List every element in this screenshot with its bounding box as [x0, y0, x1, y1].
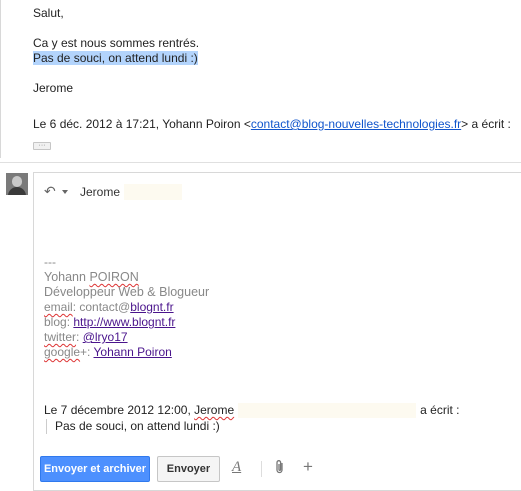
send-button[interactable]: Envoyer: [157, 456, 220, 482]
signature-name: Yohann POIRON: [44, 270, 139, 284]
signature-twitter: twitter: @lryo17: [44, 330, 128, 344]
selected-text: Pas de souci, on attend lundi :): [33, 51, 198, 65]
divider: [0, 162, 521, 163]
signature-google: google+: Yohann Poiron: [44, 345, 172, 359]
reply-icon[interactable]: ↶: [44, 183, 60, 200]
quote-suffix: > a écrit :: [461, 117, 511, 131]
formatting-icon[interactable]: A: [232, 459, 241, 476]
reply-header: ↶ Jerome: [44, 183, 183, 200]
avatar: [6, 173, 28, 195]
paperclip-icon[interactable]: [274, 459, 286, 479]
reply-quote-header: Le 7 décembre 2012 12:00, Jerome a écrit …: [44, 403, 460, 419]
message-line: Ca y est nous sommes rentrés.: [33, 36, 200, 50]
signature-blog: blog: http://www.blognt.fr: [44, 315, 176, 329]
quote-header: Le 6 déc. 2012 à 17:21, Yohann Poiron <c…: [33, 117, 511, 131]
previous-message: Salut, Ca y est nous sommes rentrés. Pas…: [0, 0, 521, 158]
quote-email-link[interactable]: contact@blog-nouvelles-technologies.fr: [251, 117, 461, 131]
thread-rule: [0, 0, 1, 158]
signature[interactable]: --- Yohann POIRON Développeur Web & Blog…: [44, 255, 209, 360]
compose-toolbar: Envoyer et archiver Envoyer A +: [34, 454, 521, 491]
message-body: Salut, Ca y est nous sommes rentrés. Pas…: [33, 6, 199, 96]
toolbar-divider: [261, 461, 262, 477]
signature-google-link[interactable]: Yohann Poiron: [94, 345, 172, 359]
plus-icon[interactable]: +: [303, 457, 313, 477]
signature-twitter-link[interactable]: @lryo17: [83, 330, 128, 344]
signature-role: Développeur Web & Blogueur: [44, 285, 210, 299]
quoted-text: Pas de souci, on attend lundi :): [46, 419, 220, 434]
signature-blog-link[interactable]: http://www.blognt.fr: [73, 315, 175, 329]
signature-email: email: contact@blognt.fr: [44, 300, 174, 314]
recipient-redacted: [124, 183, 183, 200]
recipient-name[interactable]: Jerome: [80, 185, 120, 199]
signature-email-link[interactable]: blognt.fr: [130, 300, 173, 314]
quote-prefix: Le 6 déc. 2012 à 17:21, Yohann Poiron <: [33, 117, 251, 131]
show-trimmed-content-button[interactable]: ···: [33, 142, 51, 150]
message-greeting: Salut,: [33, 6, 64, 20]
signature-dashes: ---: [44, 255, 56, 269]
message-signoff: Jerome: [33, 81, 74, 95]
quote-sender: Jerome: [194, 403, 235, 417]
chevron-down-icon[interactable]: [62, 189, 68, 194]
quote-redacted: [238, 403, 417, 419]
reply-compose: ↶ Jerome --- Yohann POIRON Développeur W…: [33, 172, 521, 491]
send-and-archive-button[interactable]: Envoyer et archiver: [40, 456, 150, 482]
